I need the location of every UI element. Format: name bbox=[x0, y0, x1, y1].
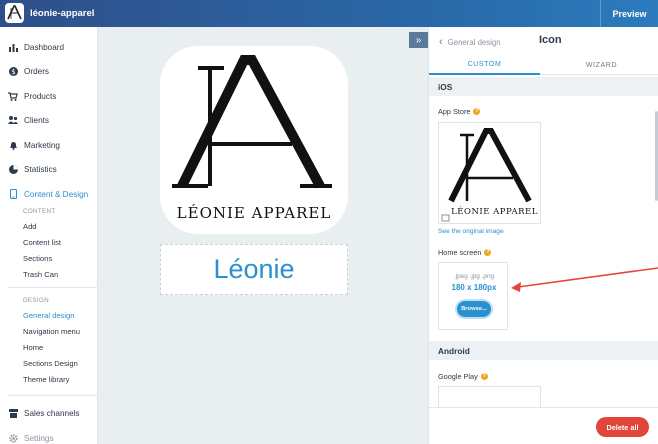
sidebar-item-label: Settings bbox=[24, 433, 54, 443]
app-logo bbox=[5, 3, 24, 23]
sidebar-item-label: Sales channels bbox=[24, 408, 80, 418]
pie-chart-icon bbox=[8, 164, 18, 174]
settings-panel: ‹ General design Icon CUSTOM WIZARD iOS … bbox=[428, 27, 658, 444]
sidebar-subitem-general-design[interactable]: General design bbox=[23, 311, 75, 320]
sidebar-item-products[interactable]: Products bbox=[8, 89, 56, 103]
home-screen-label: Home screen ? bbox=[438, 248, 492, 257]
panel-footer: Delete all bbox=[429, 407, 658, 444]
store-icon bbox=[8, 408, 18, 418]
phone-icon bbox=[8, 189, 18, 199]
app-store-label-text: App Store bbox=[438, 107, 471, 116]
android-section-heading: Android bbox=[429, 341, 658, 360]
bar-chart-icon bbox=[8, 42, 18, 52]
sidebar-item-label: Statistics bbox=[24, 164, 57, 174]
sidebar-item-label: Orders bbox=[24, 66, 50, 76]
help-icon[interactable]: ? bbox=[484, 249, 492, 256]
home-screen-upload[interactable]: .jpeg .jpg .png 180 x 180px Browse... bbox=[438, 262, 508, 330]
panel-title: Icon bbox=[539, 34, 562, 46]
delete-all-button[interactable]: Delete all bbox=[596, 417, 649, 437]
sidebar-subitem-sections[interactable]: Sections bbox=[23, 254, 52, 263]
double-chevron-right-icon: » bbox=[415, 34, 422, 46]
app-name: léonie-apparel bbox=[30, 8, 95, 19]
sidebar-subitem-home[interactable]: Home bbox=[23, 343, 43, 352]
chevron-left-icon: ‹ bbox=[439, 36, 443, 48]
upload-formats: .jpeg .jpg .png bbox=[453, 273, 495, 280]
panel-tabs: CUSTOM WIZARD bbox=[429, 55, 658, 75]
svg-text:$: $ bbox=[11, 68, 15, 76]
google-play-label-text: Google Play bbox=[438, 372, 478, 381]
users-icon bbox=[8, 115, 18, 125]
sidebar-item-statistics[interactable]: Statistics bbox=[8, 162, 57, 176]
sidebar-subitem-add[interactable]: Add bbox=[23, 222, 37, 231]
cart-icon bbox=[8, 91, 18, 101]
sidebar-item-clients[interactable]: Clients bbox=[8, 113, 49, 127]
sidebar-item-label: Dashboard bbox=[24, 42, 65, 52]
browse-button[interactable]: Browse... bbox=[457, 301, 491, 317]
upload-dimensions: 180 x 180px bbox=[451, 283, 497, 292]
app-store-logo-text: LÉONIE APPAREL bbox=[451, 207, 538, 217]
sidebar-item-label: Products bbox=[24, 91, 57, 101]
google-play-label: Google Play ? bbox=[438, 372, 488, 381]
sidebar-item-label: Clients bbox=[24, 115, 50, 125]
sidebar-subitem-theme-library[interactable]: Theme library bbox=[23, 375, 69, 384]
sidebar: Dashboard $ Orders Products Clients Mark… bbox=[0, 27, 98, 444]
sidebar-item-settings[interactable]: Settings bbox=[8, 431, 54, 444]
preview-button[interactable]: Preview bbox=[600, 0, 658, 27]
gear-icon bbox=[8, 433, 18, 443]
tab-wizard[interactable]: WIZARD bbox=[546, 55, 657, 75]
collapse-panel-button[interactable]: » bbox=[409, 32, 428, 48]
app-icon-preview: LÉONIE APPAREL bbox=[160, 46, 348, 234]
sidebar-subitem-navigation-menu[interactable]: Navigation menu bbox=[23, 327, 80, 336]
sidebar-item-marketing[interactable]: Marketing bbox=[8, 138, 60, 152]
back-label: General design bbox=[447, 37, 501, 47]
sidebar-item-dashboard[interactable]: Dashboard bbox=[8, 40, 64, 54]
sidebar-item-orders[interactable]: $ Orders bbox=[8, 64, 49, 78]
back-link[interactable]: ‹ General design bbox=[439, 36, 501, 48]
app-name-preview[interactable]: Léonie bbox=[160, 244, 348, 295]
dollar-icon: $ bbox=[8, 66, 18, 76]
design-heading: DESIGN bbox=[23, 297, 49, 304]
content-heading: CONTENT bbox=[23, 208, 56, 215]
bell-icon bbox=[8, 140, 18, 150]
sidebar-subitem-content-list[interactable]: Content list bbox=[23, 238, 61, 247]
sidebar-divider bbox=[8, 287, 98, 288]
help-icon[interactable]: ? bbox=[480, 373, 488, 380]
sidebar-item-label: Content & Design bbox=[24, 189, 89, 199]
ios-section-heading: iOS bbox=[429, 77, 658, 96]
see-original-image-link[interactable]: See the original image bbox=[438, 228, 504, 235]
brand-logo-text: LÉONIE APPAREL bbox=[176, 204, 332, 222]
sidebar-item-sales-channels[interactable]: Sales channels bbox=[8, 406, 80, 420]
tab-custom[interactable]: CUSTOM bbox=[429, 55, 540, 75]
sidebar-item-label: Marketing bbox=[24, 140, 60, 150]
sidebar-subitem-sections-design[interactable]: Sections Design bbox=[23, 359, 78, 368]
sidebar-divider bbox=[8, 395, 98, 396]
help-icon[interactable]: ? bbox=[473, 108, 481, 115]
top-bar: léonie-apparel Preview bbox=[0, 0, 658, 27]
app-store-label: App Store ? bbox=[438, 107, 481, 116]
sidebar-item-content-design[interactable]: Content & Design bbox=[8, 187, 88, 201]
sidebar-subitem-trash-can[interactable]: Trash Can bbox=[23, 270, 58, 279]
home-screen-label-text: Home screen bbox=[438, 248, 482, 257]
app-store-image[interactable]: LÉONIE APPAREL bbox=[438, 122, 541, 224]
panel-header: ‹ General design Icon bbox=[429, 27, 658, 55]
